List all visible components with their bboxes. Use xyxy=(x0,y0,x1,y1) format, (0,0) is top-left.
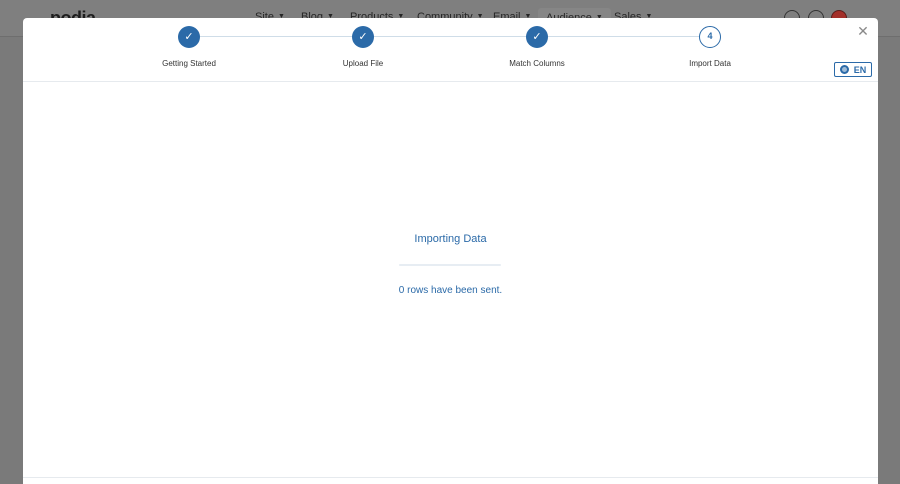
step-label: Upload File xyxy=(342,59,384,68)
globe-icon xyxy=(839,65,849,74)
step-label: Getting Started xyxy=(162,59,216,68)
import-progress-bar xyxy=(399,264,501,266)
step-label: Match Columns xyxy=(509,59,565,68)
close-icon[interactable]: ✕ xyxy=(856,24,870,38)
step-getting-started: ✓ Getting Started xyxy=(119,26,259,68)
check-icon: ✓ xyxy=(178,26,200,48)
import-modal: ✕ ✓ Getting Started ✓ Upload File ✓ Matc… xyxy=(23,18,878,484)
check-icon: ✓ xyxy=(352,26,374,48)
step-match-columns: ✓ Match Columns xyxy=(467,26,607,68)
step-label: Import Data xyxy=(689,59,731,68)
check-icon: ✓ xyxy=(526,26,548,48)
step-number: 4 xyxy=(699,26,721,48)
rows-sent-text: 0 rows have been sent. xyxy=(398,285,503,296)
header-divider xyxy=(23,81,878,82)
step-import-data: 4 Import Data xyxy=(640,26,780,68)
step-upload-file: ✓ Upload File xyxy=(293,26,433,68)
import-status-title: Importing Data xyxy=(414,233,487,245)
footer-divider xyxy=(23,477,878,478)
language-label: EN xyxy=(853,64,867,75)
stepper-connector xyxy=(189,36,710,37)
language-button[interactable]: EN xyxy=(834,62,872,77)
